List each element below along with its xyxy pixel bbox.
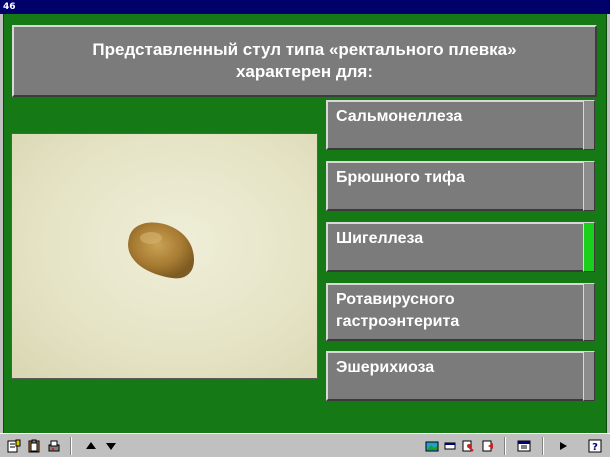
toolbar-separator: [504, 437, 506, 455]
answer-indicator-5: [583, 351, 595, 401]
toolbar-separator: [542, 437, 544, 455]
svg-text:?: ?: [592, 442, 598, 453]
arrow-down-icon[interactable]: [104, 437, 118, 454]
print-icon[interactable]: [46, 437, 62, 454]
window-icon[interactable]: [443, 437, 457, 454]
answer-option-2[interactable]: Брюшного тифа: [326, 161, 588, 211]
question-panel: Представленный стул типа «ректального пл…: [12, 25, 597, 97]
answer-label-1: Сальмонеллеза: [336, 108, 463, 125]
quiz-area: Представленный стул типа «ректального пл…: [3, 14, 607, 433]
settings-icon[interactable]: [460, 437, 476, 454]
answer-indicator-3-correct: [583, 222, 595, 272]
play-icon[interactable]: [556, 437, 570, 454]
specimen-photo: [11, 133, 318, 379]
answer-option-1[interactable]: Сальмонеллеза: [326, 100, 588, 150]
window-title: 46: [3, 2, 16, 12]
title-bar: 46: [0, 0, 610, 14]
arrow-up-icon[interactable]: [84, 437, 98, 454]
exit-icon[interactable]: [480, 437, 496, 454]
help-icon[interactable]: ?: [586, 437, 604, 454]
answer-option-3[interactable]: Шигеллеза: [326, 222, 588, 272]
answer-label-5: Эшерихиоза: [336, 359, 435, 376]
toolbar: ?: [0, 433, 610, 457]
answer-option-4[interactable]: Ротавирусного гастроэнтерита: [326, 283, 588, 341]
answer-label-2: Брюшного тифа: [336, 169, 465, 186]
answer-indicator-2: [583, 161, 595, 211]
question-line-2: характерен для:: [235, 62, 374, 81]
question-line-1: Представленный стул типа «ректального пл…: [92, 40, 517, 59]
clipboard-icon[interactable]: [26, 437, 42, 454]
toolbar-separator: [70, 437, 72, 455]
notes-icon[interactable]: [6, 437, 22, 454]
answer-indicator-1: [583, 100, 595, 150]
answer-label-4: Ротавирусного гастроэнтерита: [336, 291, 460, 330]
answer-label-3: Шигеллеза: [336, 230, 424, 247]
specimen-image: [128, 222, 194, 279]
picture-icon[interactable]: [424, 437, 440, 454]
calendar-icon[interactable]: [516, 437, 532, 454]
app-window: 46 Представленный стул типа «ректального…: [0, 0, 610, 457]
answer-indicator-4: [583, 283, 595, 341]
answer-option-5[interactable]: Эшерихиоза: [326, 351, 588, 401]
